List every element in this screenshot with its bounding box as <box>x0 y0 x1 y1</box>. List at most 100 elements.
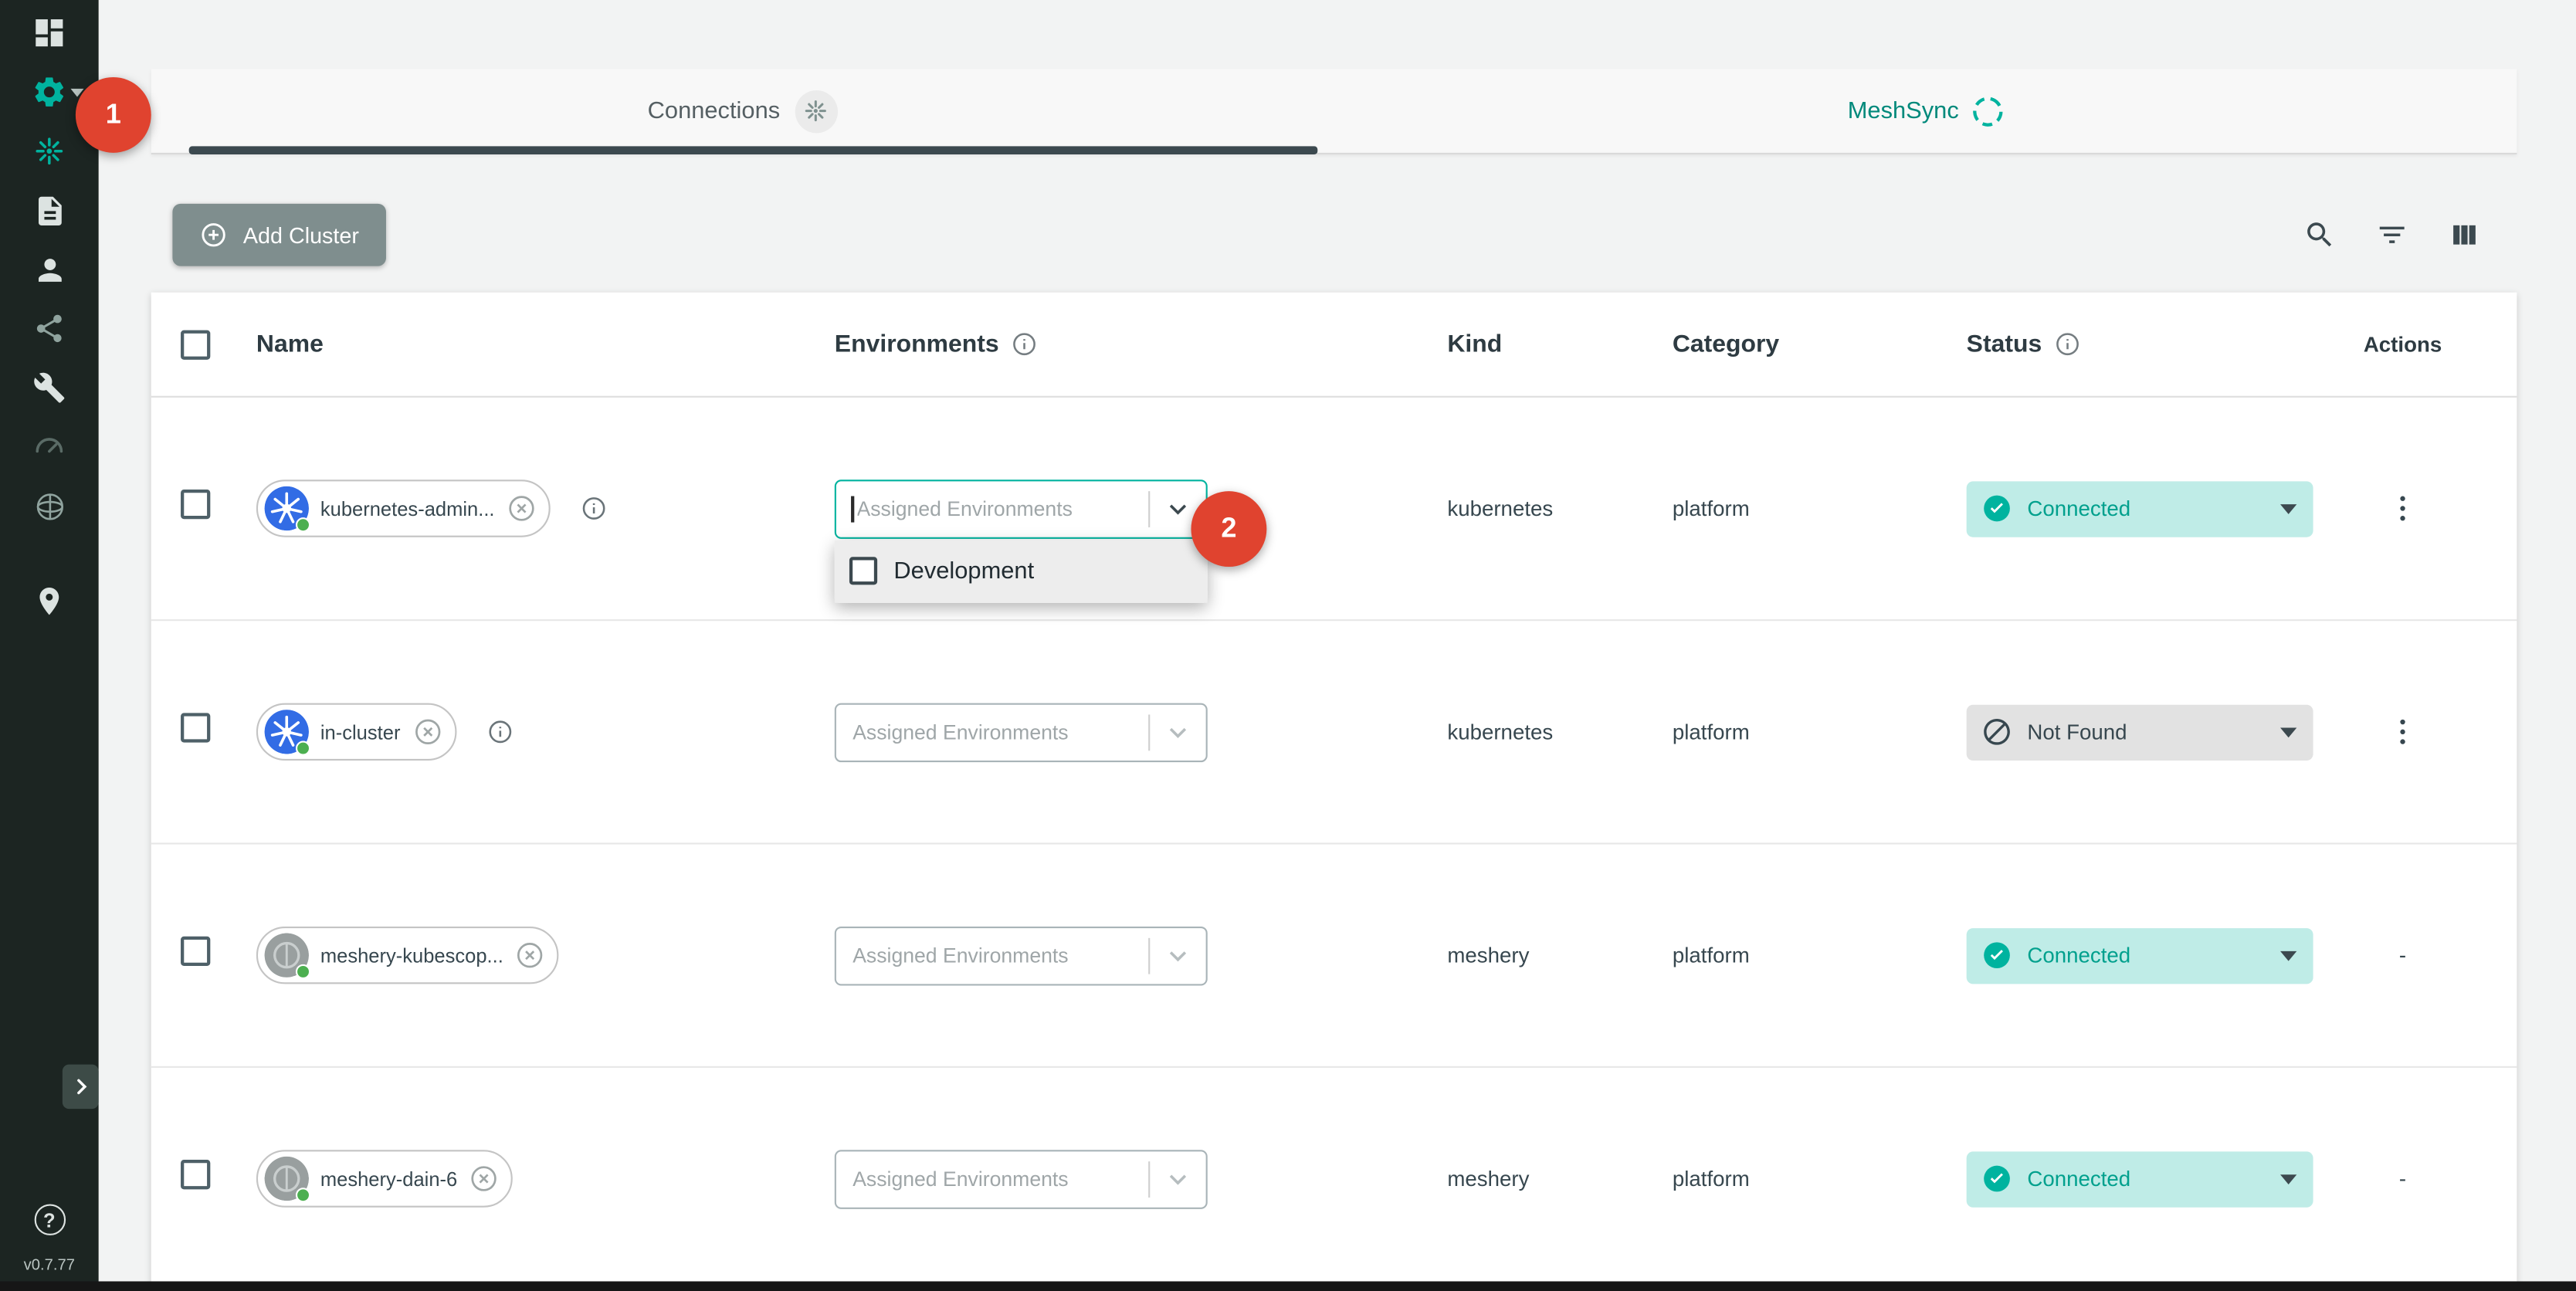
kind-cell: meshery <box>1447 1167 1672 1191</box>
row-checkbox[interactable] <box>181 1160 210 1189</box>
add-cluster-label: Add Cluster <box>243 222 359 247</box>
header-category: Category <box>1673 330 1779 358</box>
online-dot <box>296 964 310 979</box>
connection-name: in-cluster <box>320 720 401 744</box>
info-icon[interactable] <box>580 494 608 522</box>
assigned-environments-select[interactable]: Assigned Environments <box>835 703 1208 762</box>
row-checkbox[interactable] <box>181 490 210 519</box>
status-chip[interactable]: Not Found <box>1967 704 2313 760</box>
status-chip[interactable]: Connected <box>1967 927 2313 983</box>
search-icon[interactable] <box>2303 219 2337 252</box>
tab-meshsync[interactable]: MeshSync <box>1334 69 2517 153</box>
relationships-icon[interactable] <box>0 309 99 348</box>
text-cursor <box>851 495 853 521</box>
add-cluster-button[interactable]: Add Cluster <box>172 204 385 266</box>
assigned-environments-select[interactable]: Assigned Environments <box>835 926 1208 985</box>
connected-check-icon <box>1981 493 2012 524</box>
status-label: Not Found <box>2027 720 2265 744</box>
sidebar: ? v0.7.77 <box>0 0 99 1291</box>
info-icon[interactable] <box>486 718 514 746</box>
row-checkbox[interactable] <box>181 713 210 742</box>
status-caret-icon[interactable] <box>2280 727 2296 737</box>
chevron-down-icon[interactable] <box>1150 1162 1205 1195</box>
status-label: Connected <box>2027 1167 2265 1191</box>
online-dot <box>296 1188 310 1202</box>
chevron-down-icon[interactable] <box>1150 716 1205 749</box>
status-caret-icon[interactable] <box>2280 503 2296 513</box>
meshsync-ring-icon <box>1970 92 2008 130</box>
app-version: v0.7.77 <box>24 1257 75 1275</box>
view-columns-icon[interactable] <box>2448 219 2481 252</box>
active-tab-indicator <box>189 146 1318 154</box>
connection-name: meshery-dain-6 <box>320 1167 457 1191</box>
environments-cell: Assigned Environments Development <box>835 479 1448 538</box>
connection-chip[interactable]: meshery-kubescop... <box>256 927 559 984</box>
select-all-checkbox[interactable] <box>181 330 210 359</box>
connections-table: Name Environments Kind Category Status A… <box>151 293 2517 1291</box>
connection-chip[interactable]: kubernetes-admin... <box>256 479 551 537</box>
table-row: in-cluster Assigned Environments <box>151 621 2517 844</box>
designs-icon[interactable] <box>0 191 99 230</box>
category-cell: platform <box>1673 943 1967 967</box>
dashboard-icon[interactable] <box>0 13 99 53</box>
environments-cell: Assigned Environments <box>835 926 1448 985</box>
status-chip[interactable]: Connected <box>1967 480 2313 536</box>
kind-cell: kubernetes <box>1447 496 1672 521</box>
status-caret-icon[interactable] <box>2280 950 2296 961</box>
no-actions-dash: - <box>2399 943 2406 967</box>
chip-delete-icon[interactable] <box>515 940 546 971</box>
environment-option-development[interactable]: Development <box>835 540 1208 602</box>
header-name: Name <box>256 330 324 358</box>
connected-check-icon <box>1981 1163 2012 1194</box>
tab-meshsync-label: MeshSync <box>1848 98 1959 124</box>
assigned-environments-placeholder: Assigned Environments <box>857 497 1149 520</box>
tabs-bar: Connections MeshSync <box>151 69 2517 154</box>
header-status: Status <box>1967 330 2042 358</box>
mesh-sphere-icon[interactable] <box>0 486 99 526</box>
meshery-avatar <box>265 1157 309 1201</box>
assigned-environments-select[interactable]: Assigned Environments <box>835 1149 1208 1208</box>
sidebar-expand-button[interactable] <box>63 1065 99 1109</box>
status-label: Connected <box>2027 943 2265 967</box>
chip-delete-icon[interactable] <box>412 717 442 747</box>
bottom-strip <box>0 1281 2576 1291</box>
info-icon[interactable] <box>2053 330 2081 358</box>
tab-connections[interactable]: Connections <box>151 69 1334 153</box>
header-environments: Environments <box>835 330 999 358</box>
table-toolbar: Add Cluster <box>151 194 2517 276</box>
connections-spark-icon <box>795 90 837 132</box>
connection-chip[interactable]: meshery-dain-6 <box>256 1150 514 1207</box>
status-chip[interactable]: Connected <box>1967 1150 2313 1206</box>
users-icon[interactable] <box>0 249 99 289</box>
plus-circle-icon <box>198 220 228 249</box>
environment-option-label: Development <box>893 557 1034 584</box>
table-row: meshery-dain-6 Assigned Environments <box>151 1068 2517 1291</box>
development-checkbox[interactable] <box>849 557 877 585</box>
performance-gauge-icon[interactable] <box>0 427 99 466</box>
row-actions-menu-icon[interactable] <box>2393 713 2412 751</box>
connection-name: kubernetes-admin... <box>320 497 495 520</box>
help-icon[interactable]: ? <box>34 1204 65 1235</box>
table-row: kubernetes-admin... Assigned Environment… <box>151 398 2517 621</box>
connection-chip[interactable]: in-cluster <box>256 703 456 761</box>
location-pin-icon[interactable] <box>0 581 99 621</box>
kind-cell: meshery <box>1447 943 1672 967</box>
status-label: Connected <box>2027 496 2265 521</box>
category-cell: platform <box>1673 1167 1967 1191</box>
chevron-down-icon[interactable] <box>1150 939 1205 972</box>
category-cell: platform <box>1673 496 1967 521</box>
row-actions-menu-icon[interactable] <box>2393 489 2412 527</box>
row-checkbox[interactable] <box>181 937 210 966</box>
info-icon[interactable] <box>1011 330 1039 358</box>
environments-dropdown: Development <box>835 540 1208 602</box>
connection-name: meshery-kubescop... <box>320 944 503 967</box>
status-caret-icon[interactable] <box>2280 1174 2296 1184</box>
assigned-environments-select[interactable]: Assigned Environments <box>835 479 1208 538</box>
toolkit-wrench-icon[interactable] <box>0 368 99 408</box>
chip-delete-icon[interactable] <box>506 493 537 524</box>
chip-delete-icon[interactable] <box>469 1163 500 1194</box>
kubernetes-avatar <box>265 710 309 754</box>
filter-icon[interactable] <box>2375 219 2408 252</box>
kind-cell: kubernetes <box>1447 720 1672 744</box>
annotation-step-badge: 1 <box>76 77 151 153</box>
